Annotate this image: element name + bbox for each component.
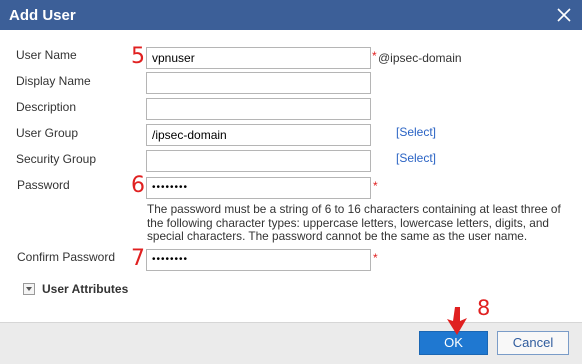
user-name-label: User Name (16, 48, 77, 62)
user-group-select-link[interactable]: [Select] (396, 125, 436, 139)
dialog-title: Add User (9, 7, 76, 24)
user-name-input[interactable] (146, 47, 371, 69)
required-marker: * (372, 49, 377, 63)
user-name-domain-suffix: @ipsec-domain (378, 51, 462, 65)
close-icon[interactable] (554, 5, 574, 25)
user-group-label: User Group (16, 126, 79, 140)
step-8-annotation: 8 (477, 296, 491, 320)
user-attributes-toggle[interactable]: User Attributes (23, 282, 128, 296)
password-input[interactable]: •••••••• (146, 177, 371, 199)
step-7-annotation: 7 (131, 246, 145, 271)
cancel-button[interactable]: Cancel (497, 331, 569, 355)
pointer-arrow-icon (447, 307, 467, 335)
step-6-annotation: 6 (131, 173, 145, 198)
description-label: Description (16, 100, 77, 114)
security-group-label: Security Group (16, 152, 97, 166)
user-group-input[interactable] (146, 124, 371, 146)
confirm-password-label: Confirm Password (17, 250, 116, 264)
required-marker: * (373, 251, 378, 265)
password-label: Password (17, 178, 70, 192)
display-name-input[interactable] (146, 72, 371, 94)
caret-down-icon (23, 283, 35, 295)
required-marker: * (373, 179, 378, 193)
step-5-annotation: 5 (131, 44, 145, 69)
security-group-input[interactable] (146, 150, 371, 172)
confirm-password-input[interactable]: •••••••• (146, 249, 371, 271)
security-group-select-link[interactable]: [Select] (396, 151, 436, 165)
dialog-footer (0, 322, 582, 364)
description-input[interactable] (146, 98, 371, 120)
display-name-label: Display Name (16, 74, 91, 88)
user-attributes-label: User Attributes (42, 282, 129, 296)
password-hint: The password must be a string of 6 to 16… (147, 202, 561, 243)
dialog-titlebar: Add User (0, 0, 582, 30)
